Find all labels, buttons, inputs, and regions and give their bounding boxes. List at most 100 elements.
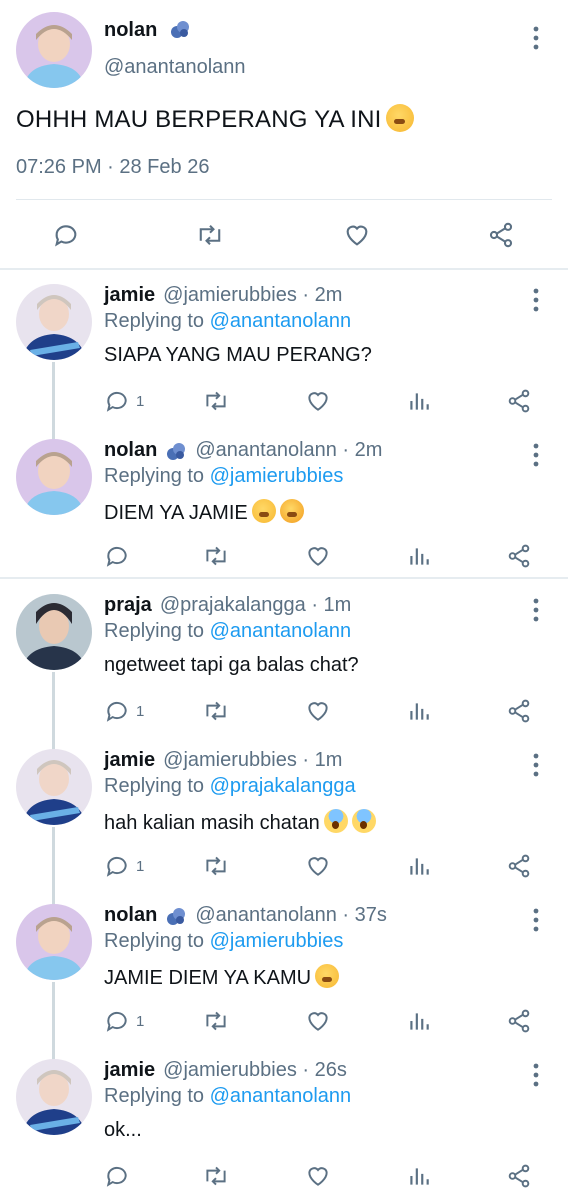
reply-tweet[interactable]: jamie @jamierubbies · 26s Replying to @a… bbox=[0, 1055, 568, 1200]
display-name[interactable]: praja bbox=[104, 594, 152, 617]
display-name[interactable]: jamie bbox=[104, 1059, 155, 1082]
reply-text: DIEM YA JAMIE bbox=[104, 499, 304, 525]
avatar[interactable] bbox=[16, 594, 92, 670]
retweet-icon[interactable] bbox=[190, 213, 230, 257]
like-icon[interactable] bbox=[305, 1159, 331, 1193]
comment-button[interactable]: 1 bbox=[104, 849, 144, 883]
retweet-icon[interactable] bbox=[202, 539, 230, 573]
like-icon[interactable] bbox=[305, 384, 331, 418]
more-options-icon[interactable] bbox=[530, 24, 542, 52]
reply-tweet[interactable]: nolan @anantanolann · 37s Replying to @j… bbox=[0, 900, 568, 1060]
reply-count: 1 bbox=[136, 857, 145, 875]
analytics-icon[interactable] bbox=[406, 539, 432, 573]
avatar[interactable] bbox=[16, 439, 92, 515]
tweet-text-content: OHHH MAU BERPERANG YA INI bbox=[16, 106, 382, 133]
display-name[interactable]: jamie bbox=[104, 749, 155, 772]
main-tweet: nolan @anantanolann OHHH MAU BERPERANG Y… bbox=[0, 0, 568, 270]
avatar[interactable] bbox=[16, 12, 92, 88]
reply-text-content: ngetweet tapi ga balas chat? bbox=[104, 654, 359, 676]
share-icon[interactable] bbox=[506, 1004, 532, 1038]
share-icon[interactable] bbox=[506, 384, 532, 418]
replying-to: Replying to @anantanolann bbox=[104, 620, 351, 643]
comment-button[interactable] bbox=[104, 1159, 136, 1193]
analytics-icon[interactable] bbox=[406, 1004, 432, 1038]
replying-to-link[interactable]: @anantanolann bbox=[210, 1085, 352, 1107]
more-options-icon[interactable] bbox=[530, 906, 542, 934]
avatar[interactable] bbox=[16, 284, 92, 360]
replying-to-link[interactable]: @prajakalangga bbox=[210, 775, 356, 797]
replying-to: Replying to @jamierubbies bbox=[104, 465, 343, 488]
retweet-icon[interactable] bbox=[202, 694, 230, 728]
more-options-icon[interactable] bbox=[530, 441, 542, 469]
angry-face-emoji-icon bbox=[279, 499, 304, 523]
reply-tweet[interactable]: jamie @jamierubbies · 1m Replying to @pr… bbox=[0, 745, 568, 905]
replying-to: Replying to @jamierubbies bbox=[104, 930, 343, 953]
like-icon[interactable] bbox=[337, 213, 377, 257]
handle-and-time[interactable]: @jamierubbies · 26s bbox=[163, 1059, 347, 1082]
reply-text: ngetweet tapi ga balas chat? bbox=[104, 654, 359, 677]
reply-tweet[interactable]: praja @prajakalangga · 1m Replying to @a… bbox=[0, 590, 568, 750]
share-icon[interactable] bbox=[506, 849, 532, 883]
comment-icon bbox=[104, 1163, 130, 1189]
analytics-icon[interactable] bbox=[406, 694, 432, 728]
avatar[interactable] bbox=[16, 904, 92, 980]
more-options-icon[interactable] bbox=[530, 1061, 542, 1089]
handle-and-time[interactable]: @jamierubbies · 2m bbox=[163, 284, 342, 307]
analytics-icon[interactable] bbox=[406, 384, 432, 418]
handle-and-time[interactable]: @jamierubbies · 1m bbox=[163, 749, 342, 772]
reply-text: SIAPA YANG MAU PERANG? bbox=[104, 344, 372, 367]
replying-to-link[interactable]: @anantanolann bbox=[210, 310, 352, 332]
thread-line bbox=[52, 982, 55, 1060]
comment-button[interactable] bbox=[104, 539, 136, 573]
steam-face-emoji-icon bbox=[251, 499, 276, 523]
display-name[interactable]: nolan bbox=[104, 904, 157, 927]
timestamp[interactable]: 07:26 PM · 28 Feb 26 bbox=[16, 156, 209, 179]
handle[interactable]: @anantanolann bbox=[104, 56, 246, 79]
handle-and-time[interactable]: @prajakalangga · 1m bbox=[160, 594, 352, 617]
tweet-actions bbox=[0, 213, 568, 257]
replying-to-label: Replying to bbox=[104, 1085, 205, 1107]
comment-icon[interactable] bbox=[46, 213, 86, 257]
replying-to-label: Replying to bbox=[104, 930, 205, 952]
replying-to-link[interactable]: @jamierubbies bbox=[210, 465, 344, 487]
reply-tweet[interactable]: nolan @anantanolann · 2m Replying to @ja… bbox=[0, 435, 568, 591]
share-icon[interactable] bbox=[506, 1159, 532, 1193]
replying-to-link[interactable]: @jamierubbies bbox=[210, 930, 344, 952]
divider bbox=[16, 199, 552, 200]
retweet-icon[interactable] bbox=[202, 1159, 230, 1193]
like-icon[interactable] bbox=[305, 694, 331, 728]
share-icon[interactable] bbox=[506, 694, 532, 728]
display-name[interactable]: nolan bbox=[104, 439, 157, 462]
retweet-icon[interactable] bbox=[202, 1004, 230, 1038]
comment-icon bbox=[104, 853, 130, 879]
comment-button[interactable]: 1 bbox=[104, 384, 144, 418]
handle-and-time[interactable]: @anantanolann · 2m bbox=[195, 439, 382, 462]
reply-tweet[interactable]: jamie @jamierubbies · 2m Replying to @an… bbox=[0, 280, 568, 440]
like-icon[interactable] bbox=[305, 849, 331, 883]
replying-to-link[interactable]: @anantanolann bbox=[210, 620, 352, 642]
analytics-icon[interactable] bbox=[406, 1159, 432, 1193]
like-icon[interactable] bbox=[305, 1004, 331, 1038]
like-icon[interactable] bbox=[305, 539, 331, 573]
comment-button[interactable]: 1 bbox=[104, 694, 144, 728]
analytics-icon[interactable] bbox=[406, 849, 432, 883]
display-name[interactable]: nolan bbox=[104, 18, 191, 42]
more-options-icon[interactable] bbox=[530, 596, 542, 624]
reply-header: praja @prajakalangga · 1m bbox=[104, 594, 351, 617]
avatar[interactable] bbox=[16, 749, 92, 825]
display-name[interactable]: jamie bbox=[104, 284, 155, 307]
steam-face-emoji-icon bbox=[315, 964, 340, 988]
reply-count: 1 bbox=[136, 392, 145, 410]
more-options-icon[interactable] bbox=[530, 751, 542, 779]
share-icon[interactable] bbox=[506, 539, 532, 573]
retweet-icon[interactable] bbox=[202, 384, 230, 418]
retweet-icon[interactable] bbox=[202, 849, 230, 883]
avatar[interactable] bbox=[16, 1059, 92, 1135]
more-options-icon[interactable] bbox=[530, 286, 542, 314]
comment-button[interactable]: 1 bbox=[104, 1004, 144, 1038]
handle-and-time[interactable]: @anantanolann · 37s bbox=[195, 904, 387, 927]
verified-badge-icon bbox=[169, 18, 191, 40]
share-icon[interactable] bbox=[481, 213, 521, 257]
reply-header: jamie @jamierubbies · 1m bbox=[104, 749, 342, 772]
reply-text: JAMIE DIEM YA KAMU bbox=[104, 964, 340, 990]
